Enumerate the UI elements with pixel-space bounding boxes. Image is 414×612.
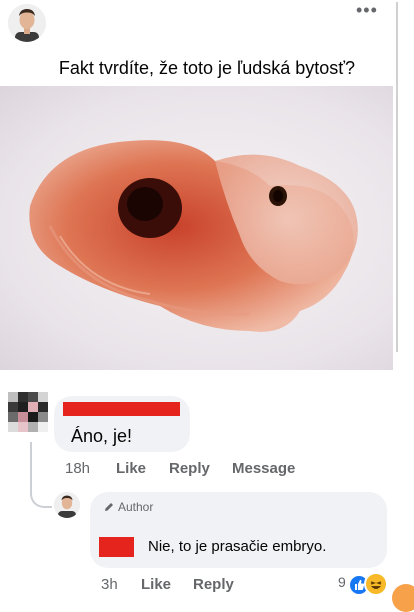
thread-connector: [30, 472, 52, 508]
author-avatar[interactable]: [54, 492, 80, 518]
post-author-avatar[interactable]: [8, 4, 46, 42]
pencil-icon: [105, 503, 113, 511]
reply-button[interactable]: Reply: [169, 460, 210, 477]
like-button[interactable]: Like: [116, 460, 146, 477]
comment-time: 3h: [101, 576, 118, 593]
page-edge: [398, 0, 414, 600]
floating-reaction-button[interactable]: [392, 584, 414, 612]
author-badge: Author: [103, 500, 153, 514]
more-options-icon[interactable]: •••: [356, 0, 378, 21]
comment-text: Áno, je!: [71, 426, 133, 446]
post-text: Fakt tvrdíte, že toto je ľudská bytosť?: [58, 58, 356, 78]
reply-button[interactable]: Reply: [193, 576, 234, 593]
like-button[interactable]: Like: [141, 576, 171, 593]
author-badge-label: Author: [118, 500, 154, 514]
reaction-count[interactable]: 9: [338, 574, 346, 590]
scrollbar[interactable]: [396, 2, 398, 352]
redacted-name: [63, 402, 180, 416]
comment-time: 18h: [65, 460, 91, 477]
post-image[interactable]: [0, 86, 393, 370]
haha-icon[interactable]: [364, 572, 388, 596]
message-button[interactable]: Message: [232, 460, 295, 477]
redacted-mention: [99, 537, 134, 557]
comment-actions: 18h Like Reply Message: [0, 460, 400, 480]
commenter-avatar-pixelated[interactable]: [8, 392, 48, 440]
comment-text: Nie, to je prasačie embryo.: [148, 538, 327, 555]
